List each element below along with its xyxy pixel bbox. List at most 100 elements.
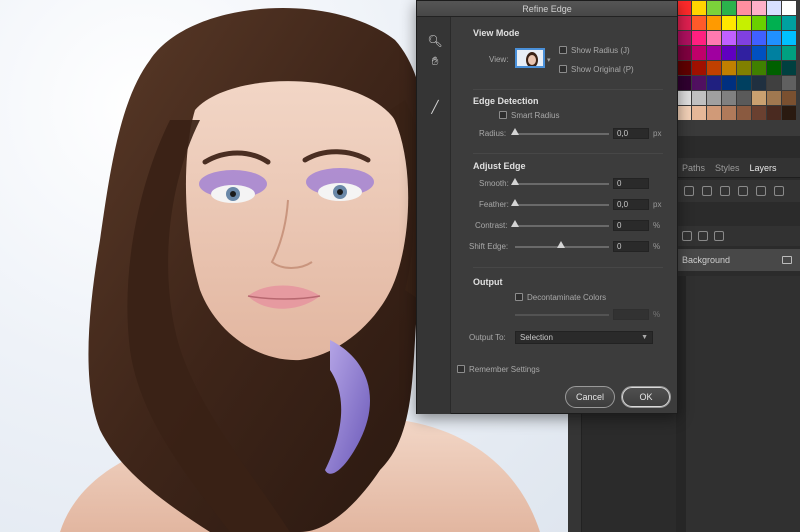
color-swatch[interactable] (677, 46, 691, 60)
tab-layers[interactable]: Layers (750, 163, 777, 173)
color-swatch[interactable] (767, 1, 781, 15)
contrast-slider-knob[interactable] (511, 220, 519, 227)
feather-slider-knob[interactable] (511, 199, 519, 206)
color-swatch[interactable] (692, 31, 706, 45)
color-swatch[interactable] (737, 16, 751, 30)
color-swatch[interactable] (767, 106, 781, 120)
color-swatch[interactable] (707, 31, 721, 45)
feather-value-field[interactable]: 0,0 (613, 199, 649, 210)
color-swatch[interactable] (782, 61, 796, 75)
remember-settings-checkbox[interactable] (457, 365, 465, 373)
radius-slider-track[interactable] (515, 133, 609, 135)
lock-position-icon[interactable] (698, 231, 708, 241)
radius-value-field[interactable]: 0,0 (613, 128, 649, 139)
color-swatch[interactable] (767, 76, 781, 90)
color-swatch[interactable] (707, 46, 721, 60)
color-swatch[interactable] (722, 16, 736, 30)
color-swatch[interactable] (752, 106, 766, 120)
decontaminate-checkbox[interactable] (515, 293, 523, 301)
lock-all-icon[interactable] (714, 231, 724, 241)
color-swatch[interactable] (782, 16, 796, 30)
color-swatch[interactable] (677, 16, 691, 30)
cancel-button[interactable]: Cancel (565, 386, 615, 408)
zoom-tool-icon[interactable]: 🔍︎ (427, 33, 443, 49)
filter-icon[interactable] (684, 186, 694, 196)
adjustment-filter-icon[interactable] (720, 186, 730, 196)
color-swatch[interactable] (692, 106, 706, 120)
color-swatch[interactable] (722, 1, 736, 15)
color-swatch[interactable] (737, 31, 751, 45)
view-mode-thumbnail[interactable] (515, 48, 545, 68)
color-swatch[interactable] (707, 106, 721, 120)
radius-slider-knob[interactable] (511, 128, 519, 135)
color-swatch[interactable] (692, 91, 706, 105)
layer-row[interactable]: Background (676, 249, 800, 271)
color-swatch[interactable] (692, 1, 706, 15)
contrast-value-field[interactable]: 0 (613, 220, 649, 231)
color-swatch[interactable] (677, 91, 691, 105)
type-filter-icon[interactable] (738, 186, 748, 196)
smooth-slider-track[interactable] (515, 183, 609, 185)
color-swatch[interactable] (737, 46, 751, 60)
color-swatch[interactable] (752, 16, 766, 30)
color-swatch[interactable] (767, 31, 781, 45)
color-swatch[interactable] (752, 61, 766, 75)
color-swatch[interactable] (677, 61, 691, 75)
color-swatch[interactable] (767, 91, 781, 105)
tab-paths[interactable]: Paths (682, 163, 705, 173)
color-swatch[interactable] (767, 16, 781, 30)
color-swatch[interactable] (782, 91, 796, 105)
color-swatch[interactable] (737, 1, 751, 15)
pixel-filter-icon[interactable] (702, 186, 712, 196)
color-swatch[interactable] (782, 46, 796, 60)
color-swatch[interactable] (677, 76, 691, 90)
smart-radius-checkbox[interactable] (499, 111, 507, 119)
color-swatch[interactable] (707, 1, 721, 15)
contrast-slider-track[interactable] (515, 225, 609, 227)
color-swatch[interactable] (677, 1, 691, 15)
refine-radius-brush-icon[interactable]: ╱ (427, 99, 443, 115)
tab-styles[interactable]: Styles (715, 163, 740, 173)
hand-tool-icon[interactable]: ✋︎ (427, 53, 443, 69)
amount-value-field[interactable] (613, 309, 649, 320)
show-radius-checkbox[interactable] (559, 46, 567, 54)
color-swatch[interactable] (767, 61, 781, 75)
smart-object-filter-icon[interactable] (774, 186, 784, 196)
color-swatch[interactable] (707, 76, 721, 90)
smooth-value-field[interactable]: 0 (613, 178, 649, 189)
color-swatch[interactable] (677, 31, 691, 45)
show-original-checkbox[interactable] (559, 65, 567, 73)
color-swatch[interactable] (782, 76, 796, 90)
color-swatch[interactable] (737, 76, 751, 90)
color-swatch[interactable] (752, 46, 766, 60)
color-swatch[interactable] (692, 61, 706, 75)
shift-edge-value-field[interactable]: 0 (613, 241, 649, 252)
color-swatch[interactable] (752, 91, 766, 105)
lock-pixels-icon[interactable] (682, 231, 692, 241)
color-swatch[interactable] (722, 31, 736, 45)
ok-button[interactable]: OK (621, 386, 671, 408)
color-swatch[interactable] (782, 31, 796, 45)
color-swatch[interactable] (737, 61, 751, 75)
color-swatch[interactable] (782, 106, 796, 120)
view-dropdown-arrow-icon[interactable]: ▾ (547, 56, 551, 64)
amount-slider-track[interactable] (515, 314, 609, 316)
color-swatch[interactable] (677, 106, 691, 120)
color-swatch[interactable] (692, 46, 706, 60)
color-swatch[interactable] (737, 106, 751, 120)
color-swatch[interactable] (707, 61, 721, 75)
color-swatch[interactable] (722, 106, 736, 120)
color-swatch[interactable] (722, 76, 736, 90)
shift-edge-slider-knob[interactable] (557, 241, 565, 248)
color-swatch[interactable] (737, 91, 751, 105)
color-swatch[interactable] (707, 91, 721, 105)
color-swatch[interactable] (752, 31, 766, 45)
color-swatch[interactable] (692, 76, 706, 90)
color-swatch[interactable] (722, 61, 736, 75)
color-swatch[interactable] (722, 91, 736, 105)
color-swatch[interactable] (692, 16, 706, 30)
color-swatch[interactable] (752, 1, 766, 15)
color-swatch[interactable] (707, 16, 721, 30)
color-swatch[interactable] (767, 46, 781, 60)
feather-slider-track[interactable] (515, 204, 609, 206)
